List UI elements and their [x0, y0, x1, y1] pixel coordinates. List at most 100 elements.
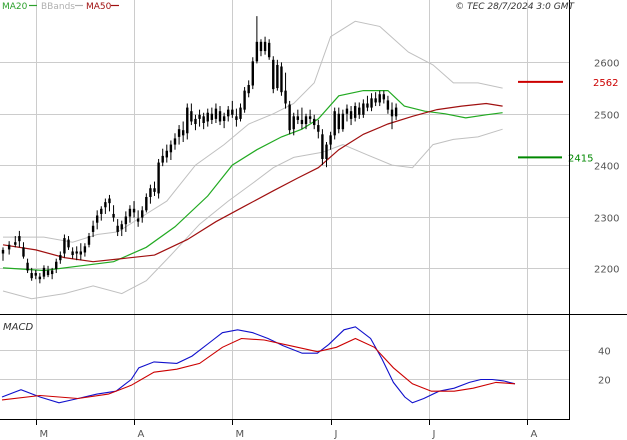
x-tick-label: J: [432, 429, 436, 440]
legend-bbands-label: BBands: [41, 2, 75, 12]
candle-body: [382, 94, 386, 100]
candle-body: [34, 273, 37, 276]
macd-y-axis: 40 20: [598, 347, 611, 387]
candle-body: [333, 111, 336, 136]
candle-body: [157, 162, 160, 194]
x-tick-label: A: [138, 429, 145, 440]
candle-body: [165, 150, 168, 158]
candle: [251, 57, 254, 90]
candle-body: [292, 116, 295, 130]
candle-body: [59, 255, 62, 261]
candle-body: [198, 114, 201, 119]
x-tick-label: M: [40, 429, 49, 440]
candle: [288, 100, 291, 135]
support-level-label: 2415: [568, 153, 593, 164]
candle-body: [46, 270, 50, 276]
candle-body: [386, 100, 390, 110]
candle-body: [267, 42, 271, 58]
candle-body: [218, 111, 222, 122]
candle-body: [296, 116, 300, 120]
candle-body: [124, 216, 128, 225]
price-tick-label: 2500: [594, 111, 619, 122]
legend: MA20 BBands MA50: [2, 2, 119, 12]
candle-body: [276, 64, 279, 89]
macd-tick-label: 20: [598, 376, 611, 387]
candle-body: [91, 225, 95, 232]
candle-body: [145, 196, 148, 211]
candle-body: [325, 144, 328, 159]
candle: [272, 56, 275, 94]
candle-body: [362, 103, 365, 115]
x-axis: MAMJJA: [36, 419, 538, 440]
candle-body: [42, 267, 46, 277]
macd-tick-label: 40: [598, 347, 611, 358]
candle-body: [71, 251, 74, 256]
candle-body: [353, 106, 357, 118]
candle-body: [288, 104, 291, 131]
candle-body: [300, 119, 304, 125]
candle-body: [18, 236, 21, 242]
candle-body: [153, 188, 156, 192]
candle-body: [120, 224, 123, 230]
candle-body: [222, 116, 226, 121]
candle-body: [186, 107, 189, 134]
candle-body: [358, 107, 361, 115]
x-tick-label: A: [531, 429, 538, 440]
candle-body: [321, 134, 324, 159]
candle-body: [247, 84, 250, 94]
candle-body: [132, 208, 136, 213]
candle-body: [173, 138, 177, 145]
candle-body: [317, 125, 320, 132]
candle-body: [75, 251, 78, 254]
candle-body: [235, 116, 238, 120]
candle-body: [83, 246, 87, 253]
candle-body: [108, 198, 111, 204]
legend-ma50-label: MA50: [86, 2, 112, 12]
candle-body: [345, 108, 349, 114]
stock-chart: 2600 2500 2400 2300 2200 2562 2415 40 20 M A M J J…: [0, 0, 627, 440]
macd-title: MACD: [3, 322, 33, 333]
candle-body: [214, 108, 218, 119]
candle-body: [337, 113, 340, 130]
candle-body: [390, 109, 394, 117]
candle-body: [251, 61, 254, 86]
candle-body: [87, 236, 91, 245]
candle-body: [263, 41, 267, 52]
candle-body: [206, 112, 209, 122]
candle-body: [161, 155, 164, 163]
price-tick-label: 2200: [594, 265, 619, 276]
price-y-axis: 2600 2500 2400 2300 2200: [594, 59, 619, 276]
candle-body: [169, 144, 173, 153]
candle-body: [329, 135, 332, 145]
candle-body: [284, 90, 287, 104]
candle-body: [14, 242, 17, 245]
candle-body: [304, 116, 308, 125]
candle-body: [378, 94, 381, 103]
candle-body: [349, 111, 353, 119]
candle-body: [116, 225, 119, 232]
candle-body: [366, 103, 369, 108]
x-tick-label: M: [236, 429, 245, 440]
candle-body: [100, 208, 103, 214]
candle-body: [67, 239, 70, 248]
candle-body: [394, 107, 398, 117]
price-tick-label: 2300: [594, 214, 619, 225]
candle-body: [210, 113, 214, 120]
legend-ma20-label: MA20: [2, 2, 28, 12]
candle-body: [128, 208, 132, 217]
candle-body: [112, 213, 115, 218]
candle: [157, 158, 160, 199]
candle-body: [243, 90, 246, 110]
candle-body: [202, 116, 205, 124]
candle-body: [181, 130, 185, 136]
candle-body: [177, 129, 181, 137]
candle-body: [231, 109, 234, 115]
candle-body: [313, 118, 316, 126]
price-panel: [0, 0, 570, 314]
candle-body: [370, 98, 373, 108]
candle: [243, 87, 246, 113]
candle-body: [136, 218, 140, 222]
candle-body: [22, 247, 25, 257]
macd-series-signal-line: [1, 337, 516, 401]
candle-body: [79, 251, 83, 255]
